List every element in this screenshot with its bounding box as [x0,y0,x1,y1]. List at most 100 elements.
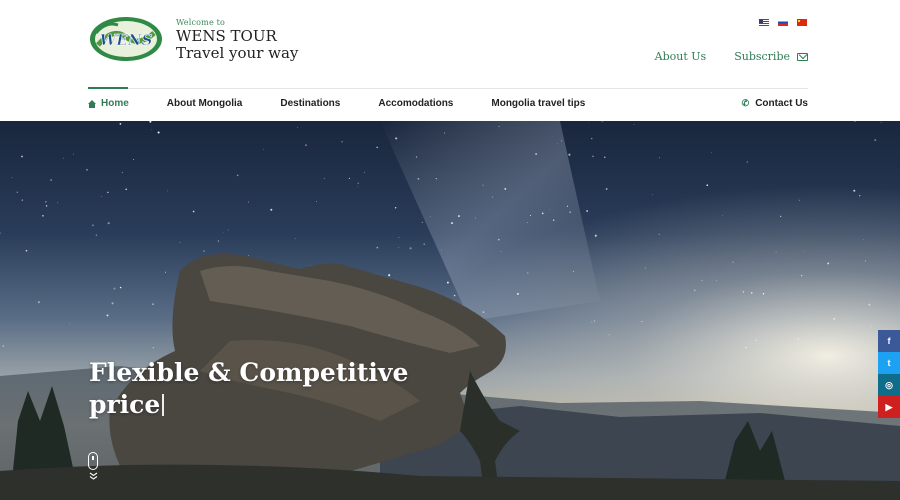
star [474,217,476,219]
star [363,171,366,173]
star [500,251,502,252]
star [775,251,777,253]
star [569,211,572,214]
star [50,179,52,181]
subscribe-link[interactable]: Subscribe [734,50,808,63]
star [91,224,94,227]
star [167,190,169,192]
star [423,243,426,246]
star [799,199,800,201]
phone-icon: ✆ [741,98,750,108]
nav-label-destinations: Destinations [280,98,341,109]
star [348,177,350,179]
star [762,292,765,295]
star [417,177,420,180]
star [316,201,317,202]
twitter-icon[interactable]: t [878,352,900,374]
top-links: About Us Subscribe [655,50,808,63]
russia-flag-icon[interactable] [778,19,788,26]
contact-us-label: Contact Us [755,98,808,109]
star [45,201,47,203]
star [604,156,606,159]
instagram-icon[interactable]: ◎ [878,374,900,396]
star [644,267,646,269]
brand-block: Welcome to WENS TOUR Travel your way [176,18,298,62]
logo-wordmark: WENS [100,31,153,49]
star [827,262,830,265]
star [491,196,493,198]
star [236,174,239,177]
header-divider [88,88,808,89]
star [652,194,653,195]
star [444,132,446,134]
brand-tagline: Travel your way [176,44,299,62]
star [750,292,753,294]
star [111,302,114,305]
star [608,334,610,336]
star [107,222,110,225]
star [658,233,660,235]
instagram-glyph: ◎ [885,379,893,390]
twitter-glyph: t [887,358,891,368]
star [37,301,40,304]
star [179,241,181,243]
star [560,140,563,142]
star [797,338,799,340]
star [693,289,696,292]
star [398,237,400,238]
star [742,291,745,293]
star [535,153,537,155]
star [516,292,519,295]
star [659,157,660,159]
star [755,339,757,342]
nav-item-home[interactable]: Home [88,98,129,109]
china-flag-icon[interactable] [797,19,807,26]
star [453,294,456,297]
star [457,215,460,218]
star [594,234,597,237]
star [435,177,437,180]
star [529,214,532,217]
star [504,187,507,190]
nav-label-accomodations: Accomodations [378,98,454,109]
star [633,124,635,125]
star [21,155,23,158]
nav-item-travel-tips[interactable]: Mongolia travel tips [491,98,585,109]
about-us-link[interactable]: About Us [655,50,707,63]
star [222,231,224,233]
social-sidebar: f t ◎ ▶ [878,330,900,418]
hero-heading-line1: Flexible & Competitive [89,358,409,387]
star [357,186,359,187]
star [248,255,250,257]
star [601,121,603,123]
star [804,251,806,253]
star [395,137,398,140]
star [86,168,88,171]
nav-item-about-mongolia[interactable]: About Mongolia [167,98,243,109]
site-logo[interactable]: WENS [88,15,164,63]
star [415,156,418,158]
star [45,205,48,207]
nav-item-destinations[interactable]: Destinations [280,98,340,109]
star [605,188,608,190]
star [801,275,803,277]
star [203,250,205,252]
us-flag-icon[interactable] [759,19,769,26]
star [482,184,484,186]
scroll-down-icon[interactable] [88,452,98,470]
star [548,209,550,210]
star [429,216,431,217]
star [157,131,160,134]
youtube-icon[interactable]: ▶ [878,396,900,418]
contact-us-link[interactable]: ✆ Contact Us [742,98,808,109]
star [566,205,568,207]
star [192,210,195,213]
star [398,247,400,248]
star [744,346,747,349]
star [107,191,109,194]
nav-item-accomodations[interactable]: Accomodations [378,98,453,109]
star [527,272,529,274]
chevron-down-icon[interactable] [89,472,98,480]
facebook-icon[interactable]: f [878,330,900,352]
site-header: WENS Welcome to WENS TOUR Travel your wa… [0,0,900,121]
